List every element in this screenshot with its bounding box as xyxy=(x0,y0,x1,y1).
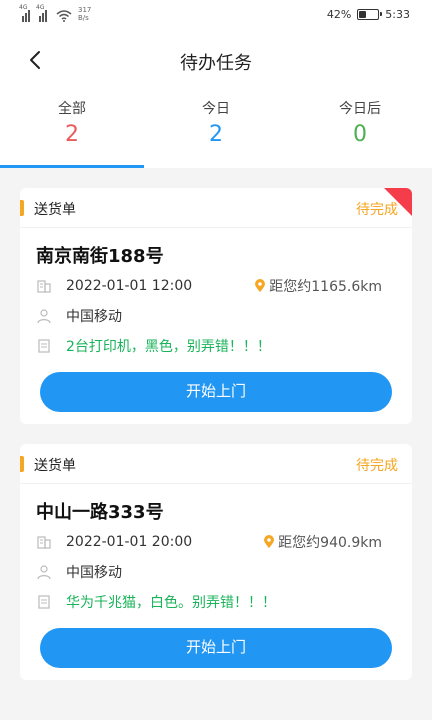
signal-icon-sim1: 4G xyxy=(19,4,33,22)
start-visit-button[interactable]: 开始上门 xyxy=(40,372,392,412)
signal-icon-sim2: 4G xyxy=(36,4,50,22)
location-pin-icon xyxy=(255,279,266,292)
sim1-network-tag: 4G xyxy=(19,4,28,11)
tab-all[interactable]: 全部 2 xyxy=(0,88,144,168)
corner-badge-icon xyxy=(384,188,412,216)
wifi-icon xyxy=(56,10,72,22)
speed-unit: B/s xyxy=(78,14,89,22)
card-company: 中国移动 xyxy=(66,309,122,325)
status-right: 42% 5:33 xyxy=(327,8,410,21)
tab-all-label: 全部 xyxy=(58,101,86,117)
note-row: 2台打印机，黑色，别弄错！！！ xyxy=(36,336,396,356)
status-left: 4G 4G 317 B/s xyxy=(19,4,96,22)
card-distance: 距您约1165.6km xyxy=(254,276,382,296)
card-datetime: 2022-01-01 20:00 xyxy=(66,534,193,550)
card-status: 待完成 xyxy=(356,458,398,474)
card-accent-bar xyxy=(20,456,24,472)
building-icon xyxy=(36,278,52,294)
page-title: 待办任务 xyxy=(180,53,252,74)
nav-bar: 待办任务 xyxy=(0,32,432,88)
start-visit-button[interactable]: 开始上门 xyxy=(40,628,392,668)
person-icon xyxy=(36,308,52,324)
card-distance-text: 距您约1165.6km xyxy=(269,279,382,295)
note-row: 华为千兆猫，白色。别弄错！！！ xyxy=(36,592,396,612)
battery-fill xyxy=(359,11,367,18)
sim2-network-tag: 4G xyxy=(36,4,45,11)
active-tab-indicator xyxy=(0,165,144,168)
card-type: 送货单 xyxy=(34,202,76,218)
datetime-row: 2022-01-01 20:00 距您约940.9km xyxy=(36,532,396,552)
card-datetime: 2022-01-01 12:00 xyxy=(66,278,193,294)
document-icon xyxy=(36,594,52,610)
card-distance: 距您约940.9km xyxy=(263,532,382,552)
tab-today[interactable]: 今日 2 xyxy=(144,88,288,168)
building-icon xyxy=(36,534,52,550)
network-speed: 317 B/s xyxy=(78,6,96,22)
company-row: 中国移动 xyxy=(36,562,396,582)
location-pin-icon xyxy=(264,535,275,548)
battery-percent: 42% xyxy=(326,8,352,21)
company-row: 中国移动 xyxy=(36,306,396,326)
card-note: 2台打印机，黑色，别弄错！！！ xyxy=(66,339,271,355)
task-card[interactable]: 送货单 待完成 南京南街188号 2022-01-01 12:00 距您约116… xyxy=(20,188,412,424)
card-header: 送货单 待完成 xyxy=(20,188,412,228)
speed-value: 317 xyxy=(78,6,92,14)
card-type: 送货单 xyxy=(34,458,76,474)
tab-after-today-label: 今日后 xyxy=(339,101,381,117)
card-company: 中国移动 xyxy=(66,565,122,581)
card-note: 华为千兆猫，白色。别弄错！！！ xyxy=(66,595,276,611)
tab-after-today[interactable]: 今日后 0 xyxy=(288,88,432,168)
tab-today-count: 2 xyxy=(209,122,223,147)
document-icon xyxy=(36,338,52,354)
card-address: 中山一路333号 xyxy=(36,502,164,523)
card-header: 送货单 待完成 xyxy=(20,444,412,484)
task-card[interactable]: 送货单 待完成 中山一路333号 2022-01-01 20:00 距您约940… xyxy=(20,444,412,680)
tab-after-today-count: 0 xyxy=(353,122,367,147)
person-icon xyxy=(36,564,52,580)
status-bar: 4G 4G 317 B/s 42% 5:33 xyxy=(0,0,432,32)
card-accent-bar xyxy=(20,200,24,216)
tab-bar: 全部 2 今日 2 今日后 0 xyxy=(0,88,432,168)
tab-today-label: 今日 xyxy=(202,101,230,117)
tab-all-count: 2 xyxy=(65,122,79,147)
datetime-row: 2022-01-01 12:00 距您约1165.6km xyxy=(36,276,396,296)
card-distance-text: 距您约940.9km xyxy=(278,535,382,551)
clock: 5:33 xyxy=(385,8,410,21)
card-address: 南京南街188号 xyxy=(36,246,164,267)
screen: 4G 4G 317 B/s 42% 5:33 待办任务 全部 2 今日 2 今日… xyxy=(0,0,432,720)
battery-icon xyxy=(357,9,383,20)
